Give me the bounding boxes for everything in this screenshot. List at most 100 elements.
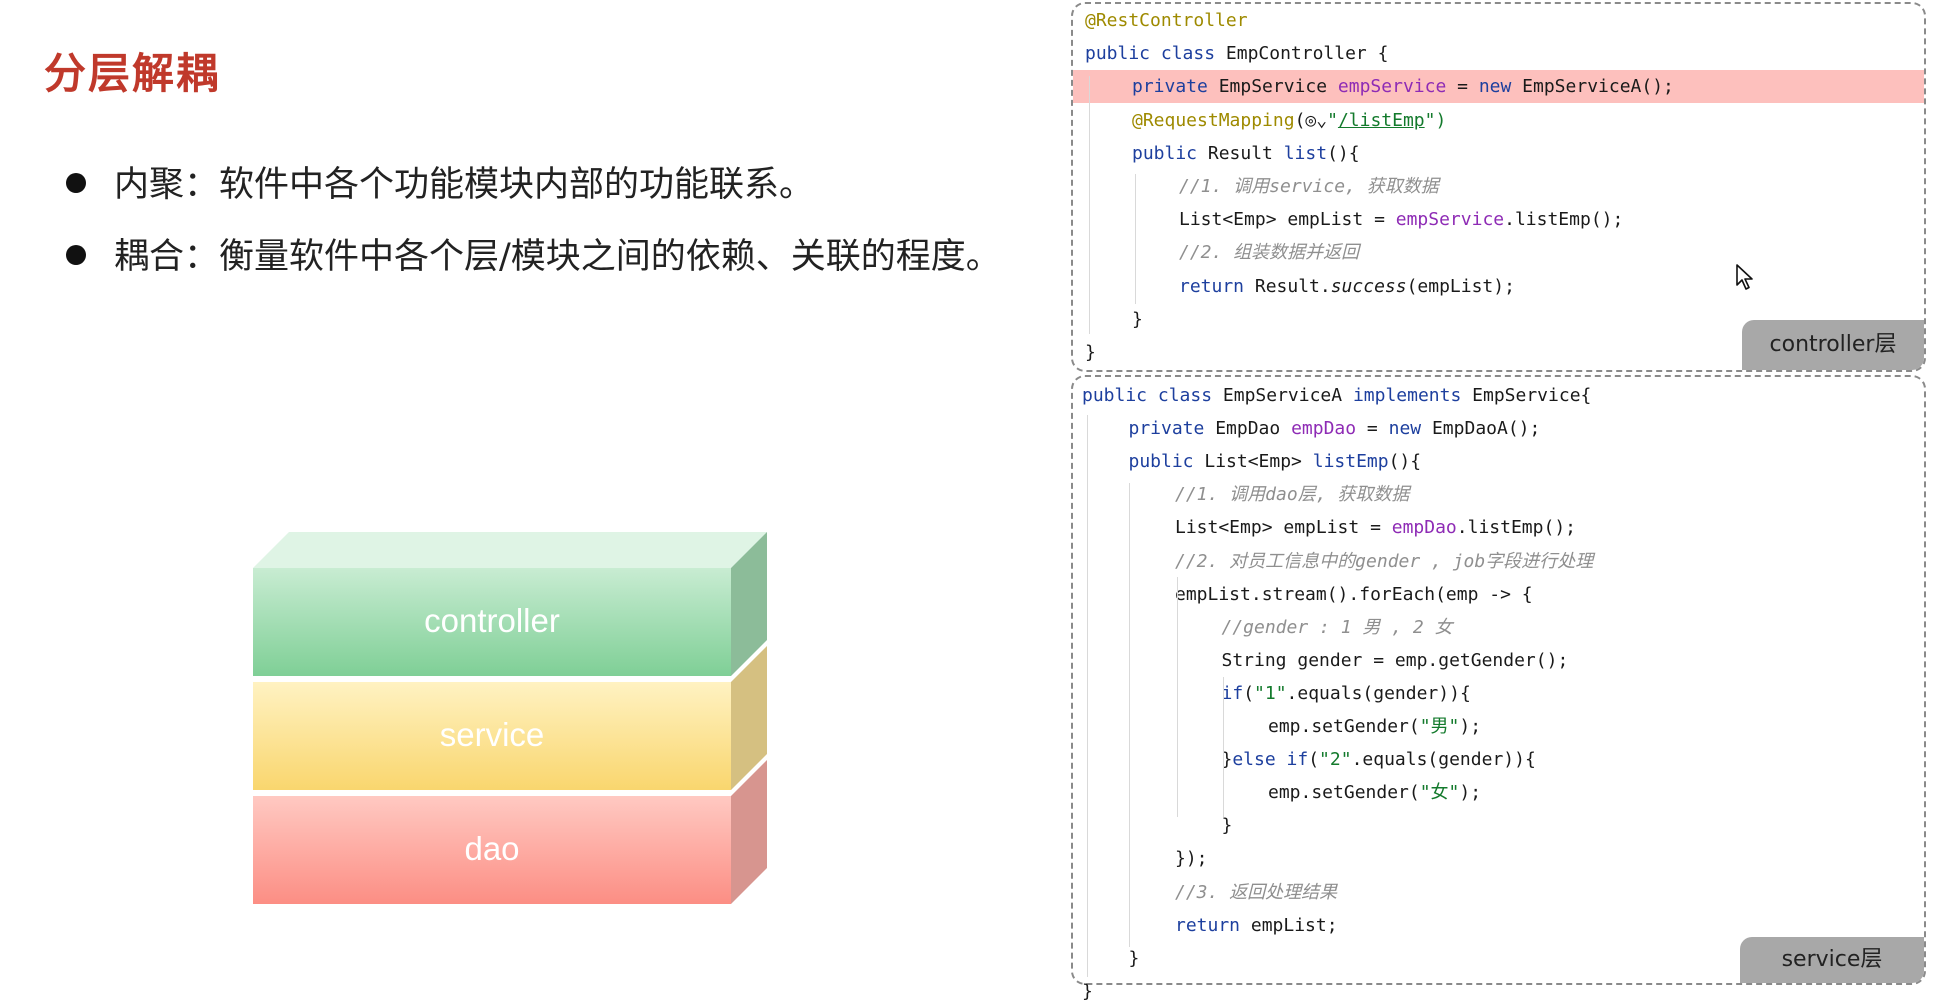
code-token: "女" (1419, 782, 1460, 804)
indent-guide (1223, 677, 1224, 817)
code-token: //3. 返回处理结果 (1175, 881, 1338, 903)
code-line: //gender : 1 男 , 2 女 (1073, 611, 1924, 644)
code-token: .listEmp(); (1504, 209, 1624, 231)
code-token: return (1179, 275, 1255, 297)
code-line: String gender = emp.getGender(); (1073, 644, 1924, 677)
code-token: //1. 调用dao层, 获取数据 (1175, 484, 1410, 506)
code-token: "男" (1419, 716, 1460, 737)
code-line: private EmpDao empDao = new EmpDaoA(); (1073, 412, 1924, 445)
layer-stack-diagram: controller service dao (253, 532, 773, 908)
service-code-panel: public class EmpServiceA implements EmpS… (1071, 375, 1926, 1002)
code-line: //1. 调用dao层, 获取数据 (1073, 478, 1924, 511)
code-line: if("1".equals(gender)){ (1073, 677, 1924, 710)
code-token: (){ (1327, 142, 1360, 164)
code-line: //3. 返回处理结果 (1073, 876, 1924, 909)
controller-code-panel: @RestController public class EmpControlle… (1071, 2, 1926, 372)
code-token: } (1082, 980, 1093, 1002)
code-line: }); (1073, 842, 1924, 875)
code-token: } (1085, 342, 1096, 363)
code-token: "1" (1254, 682, 1287, 704)
code-token: ") (1424, 109, 1447, 131)
code-token: empService (1395, 209, 1505, 231)
code-token: //gender : 1 男 , 2 女 (1221, 616, 1453, 638)
code-token: success (1330, 275, 1407, 297)
code-token: public (1128, 451, 1205, 473)
code-token: //2. 组装数据并返回 (1179, 242, 1360, 264)
code-token: ); (1459, 782, 1482, 804)
code-token: public (1132, 142, 1208, 164)
code-token: Result. (1254, 275, 1331, 297)
code-line: public Result list(){ (1073, 137, 1924, 170)
slide-title: 分层解耦 (44, 49, 221, 98)
code-token: (empList); (1406, 275, 1515, 297)
code-token: EmpController { (1225, 43, 1389, 65)
code-token: public class (1082, 385, 1223, 406)
code-token: } (1132, 308, 1143, 330)
bullet-text: 内聚：软件中各个功能模块内部的功能联系。 (114, 165, 815, 205)
mouse-cursor-icon (1736, 264, 1753, 290)
code-token: .equals(gender)){ (1286, 682, 1471, 704)
indent-guide (1089, 76, 1090, 334)
code-line: public class EmpController { (1073, 37, 1924, 70)
code-line: private EmpService empService = new EmpS… (1073, 70, 1924, 104)
bullet-dot-icon (66, 245, 86, 265)
code-token: } (1128, 947, 1140, 969)
code-line: } (1073, 809, 1924, 842)
code-line: @RestController (1073, 4, 1924, 37)
code-token: ); (1459, 716, 1482, 737)
code-token: List<Emp> empList = (1179, 209, 1396, 231)
code-token: EmpServiceA(); (1522, 76, 1674, 98)
code-token: List<Emp> (1204, 451, 1313, 473)
code-token: .listEmp(); (1456, 517, 1576, 539)
bullet-cohesion: 内聚：软件中各个功能模块内部的功能联系。 (66, 158, 1001, 230)
code-token: listEmp (1312, 451, 1389, 473)
code-token: @RestController (1085, 10, 1248, 31)
code-token: private (1132, 76, 1219, 98)
bullet-dot-icon (66, 173, 86, 193)
code-token: ( (1294, 109, 1306, 131)
code-token: " (1327, 109, 1338, 131)
code-line: empList.stream().forEach(emp -> { (1073, 578, 1924, 611)
layer-label-service: service (439, 716, 545, 753)
code-token: @RequestMapping (1132, 109, 1295, 131)
code-line: return Result.success(empList); (1073, 270, 1924, 303)
code-line: }else if("2".equals(gender)){ (1073, 743, 1924, 776)
code-token: EmpDaoA(); (1431, 418, 1541, 440)
code-token: "2" (1319, 749, 1352, 771)
controller-layer-tag: controller层 (1742, 320, 1924, 370)
bullet-coupling: 耦合：衡量软件中各个层/模块之间的依赖、关联的程度。 (66, 230, 1001, 302)
code-token: empDao (1291, 418, 1357, 440)
code-line: //1. 调用service, 获取数据 (1073, 170, 1924, 203)
code-token: ◎⌄ (1305, 109, 1328, 131)
code-token: EmpDao (1215, 418, 1292, 440)
code-token: return (1175, 914, 1251, 936)
code-token: List<Emp> empList = (1175, 517, 1392, 539)
code-token: //2. 对员工信息中的gender , job字段进行处理 (1175, 550, 1594, 572)
indent-guide (1177, 577, 1178, 817)
code-token: EmpService{ (1472, 385, 1592, 406)
code-token: //1. 调用service, 获取数据 (1179, 176, 1439, 197)
layer-top-face (253, 532, 767, 568)
code-line: public class EmpServiceA implements EmpS… (1073, 379, 1924, 412)
code-token: EmpService (1218, 76, 1338, 98)
code-token: emp.setGender( (1268, 782, 1420, 804)
code-token: ( (1243, 682, 1255, 704)
code-token: list (1283, 142, 1328, 164)
indent-guide (1087, 415, 1088, 977)
code-token: empService (1337, 76, 1447, 98)
code-line: emp.setGender("女"); (1073, 776, 1924, 809)
code-token: ( (1308, 749, 1320, 771)
code-token: new (1478, 76, 1523, 98)
code-token: if (1221, 682, 1244, 704)
code-token: emp.setGender( (1268, 716, 1420, 737)
code-line: emp.setGender("男"); (1073, 710, 1924, 743)
code-token: new (1388, 418, 1432, 440)
code-token: String gender = emp.getGender(); (1221, 649, 1569, 671)
bullet-list: 内聚：软件中各个功能模块内部的功能联系。 耦合：衡量软件中各个层/模块之间的依赖… (66, 158, 1001, 302)
indent-guide (1135, 174, 1136, 304)
code-token: implements (1352, 385, 1473, 406)
code-token: Result (1207, 142, 1284, 164)
code-line: //2. 组装数据并返回 (1073, 236, 1924, 269)
code-token: .equals(gender)){ (1351, 749, 1536, 771)
code-line: List<Emp> empList = empDao.listEmp(); (1073, 511, 1924, 544)
